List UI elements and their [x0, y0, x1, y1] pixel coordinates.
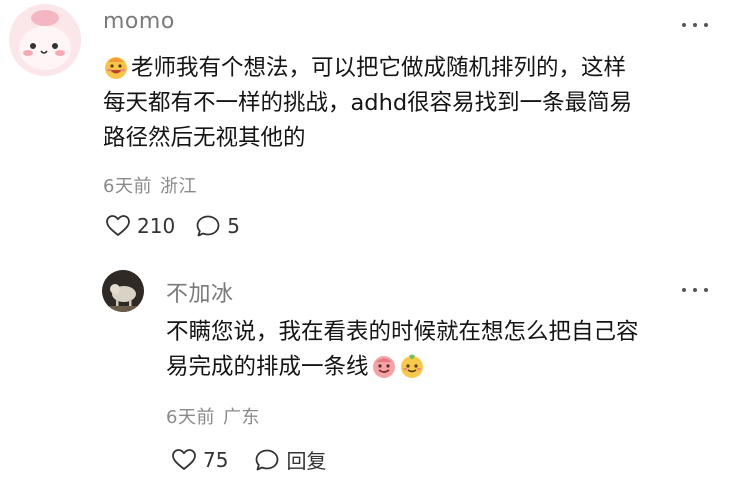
- comment-item: momo 老师我有个想法，可以把它做成随机排列的，这样 每天都有不一样的挑战，a…: [0, 0, 738, 260]
- comment-text-line: 易完成的排成一条线: [166, 350, 711, 385]
- more-dots-icon[interactable]: [682, 20, 708, 30]
- comment-text-line: 老师我有个想法，可以把它做成随机排列的，这样: [103, 51, 713, 86]
- comment-text-content: 老师我有个想法，可以把它做成随机排列的，这样: [131, 55, 627, 81]
- comment-actions: 210 5: [105, 214, 240, 238]
- like-button[interactable]: 75: [171, 448, 228, 472]
- avatar[interactable]: [102, 270, 144, 312]
- grinning-emoji-icon: [105, 57, 127, 79]
- reply-count: 5: [227, 214, 240, 238]
- speech-bubble-icon: [196, 215, 220, 237]
- avatar-image: [102, 270, 144, 312]
- comment-location: 广东: [222, 407, 260, 428]
- comment-time: 6天前: [103, 176, 152, 197]
- comment-meta: 6天前 浙江: [103, 172, 197, 198]
- avatar-image: [9, 4, 81, 76]
- yellow-face-emoji-icon: [400, 354, 423, 378]
- like-count: 75: [203, 447, 229, 472]
- heart-outline-icon: [172, 448, 196, 470]
- comment-text-line: 每天都有不一样的挑战，adhd很容易找到一条最简易: [103, 90, 633, 116]
- more-dots-icon[interactable]: [682, 285, 708, 295]
- reply-button[interactable]: 5: [195, 214, 240, 238]
- username[interactable]: momo: [103, 9, 175, 34]
- comment-location: 浙江: [159, 176, 197, 197]
- avatar[interactable]: [9, 4, 81, 76]
- comment-text-line: 不瞒您说，我在看表的时候就在想怎么把自己容: [166, 319, 639, 345]
- reply-item: 不加冰 不瞒您说，我在看表的时候就在想怎么把自己容 易完成的排成一条线 6天前 …: [0, 260, 738, 488]
- like-count: 210: [137, 214, 176, 238]
- comment-actions: 75 回复: [171, 445, 326, 474]
- username[interactable]: 不加冰: [166, 276, 234, 308]
- reply-label: 回复: [286, 449, 327, 473]
- comment-meta: 6天前 广东: [166, 403, 260, 429]
- comment-text-content: 易完成的排成一条线: [166, 354, 369, 380]
- heart-outline-icon: [106, 215, 130, 236]
- pink-face-emoji-icon: [372, 356, 395, 378]
- comment-text: 老师我有个想法，可以把它做成随机排列的，这样 每天都有不一样的挑战，adhd很容…: [103, 51, 713, 156]
- reply-button[interactable]: 回复: [254, 445, 326, 474]
- comment-time: 6天前: [166, 407, 215, 428]
- like-button[interactable]: 210: [105, 214, 175, 238]
- comment-text: 不瞒您说，我在看表的时候就在想怎么把自己容 易完成的排成一条线: [166, 315, 711, 385]
- comment-text-line: 路径然后无视其他的: [103, 125, 306, 151]
- speech-bubble-icon: [256, 449, 279, 470]
